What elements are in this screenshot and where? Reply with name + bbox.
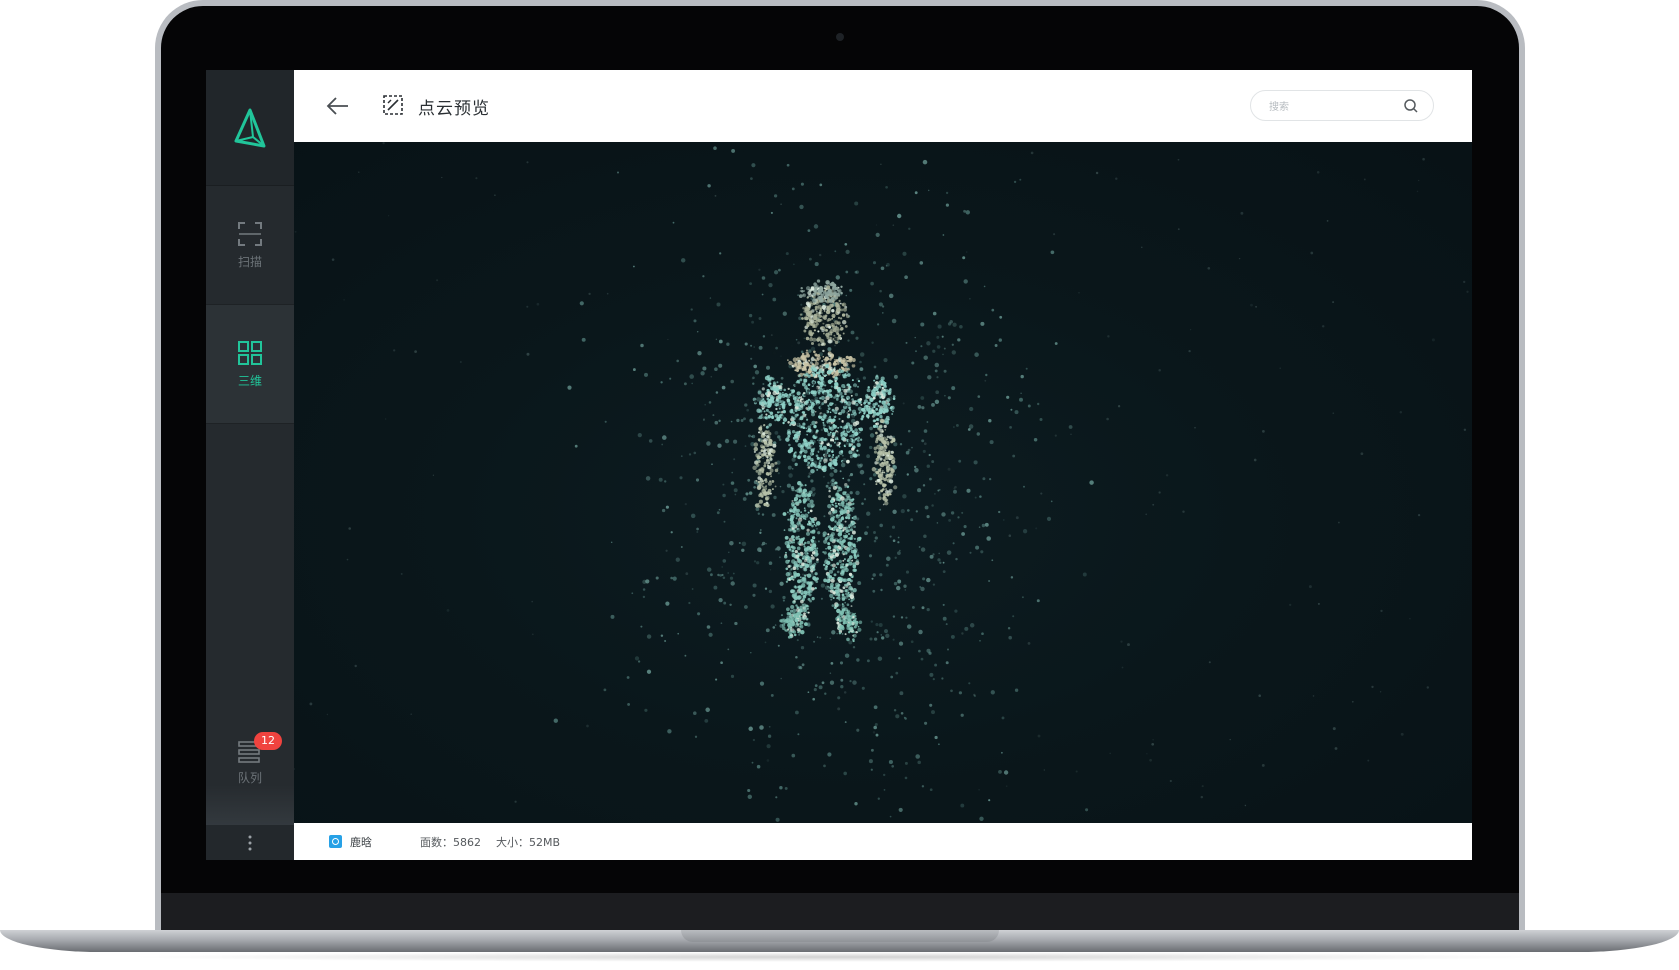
top-bar: 点云预览 xyxy=(294,70,1472,142)
sidebar-item-label: 队列 xyxy=(237,771,262,785)
app-logo[interactable] xyxy=(206,70,294,186)
vertical-dots-icon xyxy=(248,835,252,850)
search-box[interactable] xyxy=(1250,90,1434,121)
point-cloud-frame-icon xyxy=(383,95,403,115)
laptop-shadow xyxy=(120,952,1560,962)
point-cloud-render xyxy=(294,142,1469,822)
sidebar-item-scan[interactable]: 扫描 xyxy=(206,186,294,305)
scan-frame-icon xyxy=(238,221,262,246)
sidebar-item-3d[interactable]: 三维 xyxy=(206,305,294,424)
more-menu-button[interactable] xyxy=(206,825,294,860)
pyramid-logo-icon xyxy=(234,108,266,147)
back-arrow-icon[interactable] xyxy=(324,92,352,120)
laptop-chin xyxy=(161,893,1519,933)
sidebar-item-queue[interactable]: 队列 12 xyxy=(206,700,294,825)
grid-icon xyxy=(238,340,262,365)
face-count: 面数：5862 xyxy=(420,836,481,849)
sidebar: 扫描 三维 队列 12 xyxy=(206,70,294,860)
queue-count-badge: 12 xyxy=(254,732,282,750)
sidebar-item-label: 扫描 xyxy=(237,254,262,269)
point-cloud-viewport[interactable] xyxy=(294,142,1472,823)
search-input[interactable] xyxy=(1267,97,1391,117)
app-screen: 扫描 三维 队列 12 点云预览 搜索 鹿晗 面数：5862 大小：52MB xyxy=(206,70,1472,860)
file-type-icon xyxy=(329,835,342,848)
laptop-notch xyxy=(681,930,999,942)
file-name: 鹿晗 xyxy=(350,836,372,849)
camera-dot xyxy=(836,33,844,41)
page-title: 点云预览 xyxy=(418,99,490,119)
file-size: 大小：52MB xyxy=(496,836,561,849)
search-icon[interactable] xyxy=(1403,98,1419,114)
status-bar: 鹿晗 面数：5862 大小：52MB xyxy=(294,823,1472,860)
sidebar-item-label: 三维 xyxy=(237,373,262,388)
